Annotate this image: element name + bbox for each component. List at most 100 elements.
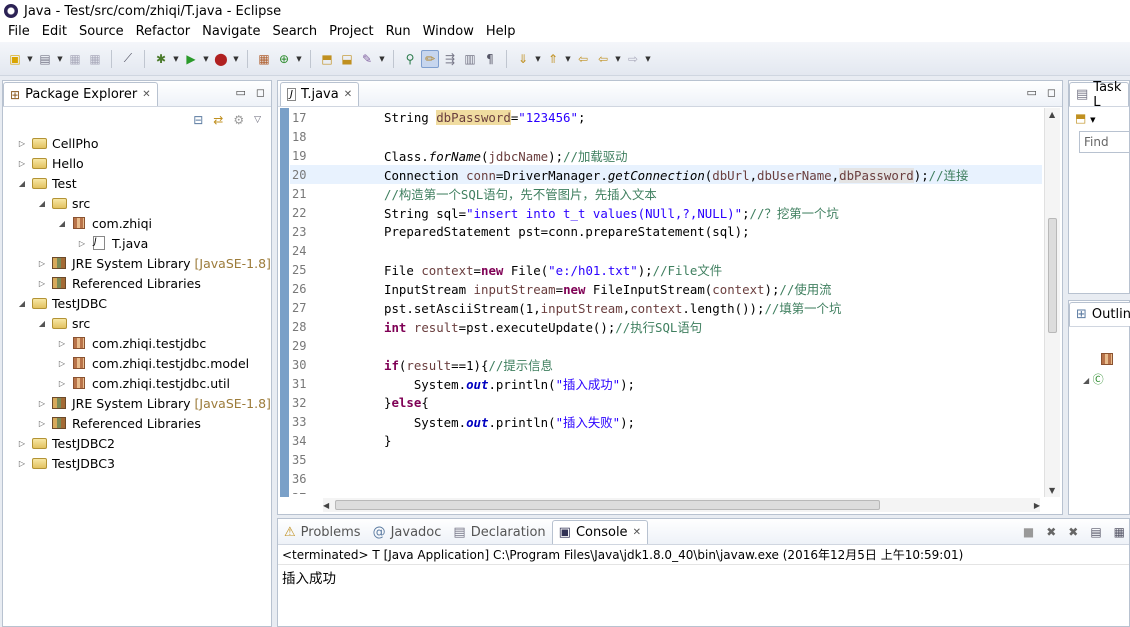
run-icon[interactable]: ▶ — [182, 50, 200, 68]
back-dropdown-icon[interactable]: ▼ — [614, 55, 622, 63]
expand-icon[interactable]: ▷ — [37, 399, 47, 408]
new-dropdown-icon[interactable]: ▼ — [26, 55, 34, 63]
new-icon[interactable]: ▣ — [6, 50, 24, 68]
expand-icon[interactable]: ▷ — [57, 339, 67, 348]
word-wrap-icon[interactable]: ▥ — [461, 50, 479, 68]
tab-t-java[interactable]: J T.java ✕ — [280, 82, 360, 106]
code-line[interactable]: 21 //构造第一个SQL语句，先不管图片，先插入文本 — [290, 184, 1042, 203]
tree-item[interactable]: ▷ TestJDBC2 — [7, 433, 271, 453]
tree-item[interactable]: ▷ Referenced Libraries — [7, 413, 271, 433]
open-folder-icon[interactable]: ⬓ — [338, 50, 356, 68]
skip-breakpoints-icon[interactable]: ⟋ — [119, 50, 137, 68]
expand-icon[interactable]: ▷ — [17, 139, 27, 148]
expand-icon[interactable]: ▷ — [37, 279, 47, 288]
tab-task-list[interactable]: ▤ Task L — [1069, 80, 1129, 110]
new-class-icon[interactable]: ⊕ — [275, 50, 293, 68]
expand-icon[interactable]: ▷ — [57, 359, 67, 368]
expand-icon[interactable]: ◢ — [1083, 376, 1089, 385]
tree-item[interactable]: ▷ J T.java — [7, 233, 271, 253]
menu-help[interactable]: Help — [480, 22, 522, 42]
filter-icon[interactable]: ⚙ — [233, 113, 244, 127]
scroll-down-icon[interactable]: ▼ — [1049, 486, 1055, 495]
code-line[interactable]: 20 Connection conn=DriverManager.getConne… — [290, 165, 1042, 184]
tree-item[interactable]: ▷ Hello — [7, 153, 271, 173]
menu-edit[interactable]: Edit — [36, 22, 73, 42]
vertical-scrollbar[interactable]: ▲ ▼ — [1044, 108, 1060, 497]
tab-declaration[interactable]: ▤ Declaration — [447, 520, 551, 544]
vertical-scroll-thumb[interactable] — [1048, 218, 1057, 333]
code-line[interactable]: 30 if(result==1){//提示信息 — [290, 355, 1042, 374]
tab-problems[interactable]: ⚠ Problems — [278, 520, 367, 544]
collapse-icon[interactable]: ◢ — [17, 179, 27, 188]
new-package-icon[interactable]: ▦ — [255, 50, 273, 68]
menu-window[interactable]: Window — [417, 22, 480, 42]
search-icon[interactable]: ⚲ — [401, 50, 419, 68]
minimize-icon[interactable]: ▭ — [235, 86, 245, 99]
code-line[interactable]: 25 File context=new File("e:/h01.txt");//… — [290, 260, 1042, 279]
minimize-icon[interactable]: ▭ — [1026, 86, 1036, 99]
code-line[interactable]: 33 System.out.println("插入失败"); — [290, 412, 1042, 431]
collapse-icon[interactable]: ◢ — [17, 299, 27, 308]
open-task-dropdown-icon[interactable]: ▼ — [378, 55, 386, 63]
tree-item[interactable]: ▷ CellPho — [7, 133, 271, 153]
new-task-icon[interactable]: ⬒ — [1075, 111, 1086, 125]
tab-console[interactable]: ▣ Console ✕ — [551, 520, 648, 544]
code-line[interactable]: 17 String dbPassword="123456"; — [290, 108, 1042, 127]
remove-all-launches-icon[interactable]: ✖ — [1068, 525, 1078, 539]
tree-item[interactable]: ◢ TestJDBC — [7, 293, 271, 313]
tree-item[interactable]: ▷ com.zhiqi.testjdbc.util — [7, 373, 271, 393]
tree-item[interactable]: ▷ Referenced Libraries — [7, 273, 271, 293]
console-output[interactable]: 插入成功 — [278, 565, 1129, 587]
external-tools-icon[interactable]: ⬤ — [212, 50, 230, 68]
forward-icon[interactable]: ⇨ — [624, 50, 642, 68]
outline-class-row[interactable]: ◢ Ⓒ — [1083, 371, 1104, 387]
tree-item[interactable]: ◢ src — [7, 193, 271, 213]
expand-icon[interactable]: ▷ — [77, 239, 87, 248]
close-icon[interactable]: ✕ — [142, 89, 150, 100]
collapse-all-icon[interactable]: ⊟ — [193, 113, 203, 127]
code-line[interactable]: 29 — [290, 336, 1042, 355]
expand-icon[interactable]: ▷ — [37, 259, 47, 268]
expand-icon[interactable]: ▷ — [17, 159, 27, 168]
scroll-right-icon[interactable]: ▶ — [1034, 501, 1040, 510]
tab-outline[interactable]: ⊞ Outlin — [1069, 302, 1130, 326]
maximize-icon[interactable]: ◻ — [256, 86, 265, 99]
horizontal-scroll-thumb[interactable] — [335, 500, 880, 510]
menu-run[interactable]: Run — [380, 22, 417, 42]
code-line[interactable]: 19 Class.forName(jdbcName);//加载驱动 — [290, 146, 1042, 165]
close-icon[interactable]: ✕ — [633, 527, 641, 538]
close-icon[interactable]: ✕ — [344, 89, 352, 100]
expand-icon[interactable]: ▷ — [17, 459, 27, 468]
code-line[interactable]: 34} — [290, 431, 1042, 450]
scroll-lock-icon[interactable]: ▦ — [1114, 525, 1125, 539]
expand-icon[interactable]: ▷ — [17, 439, 27, 448]
external-tools-dropdown-icon[interactable]: ▼ — [232, 55, 240, 63]
collapse-icon[interactable]: ◢ — [57, 219, 67, 228]
show-whitespace-icon[interactable]: ¶ — [481, 50, 499, 68]
run-dropdown-icon[interactable]: ▼ — [202, 55, 210, 63]
tree-item[interactable]: ◢ com.zhiqi — [7, 213, 271, 233]
code-line[interactable]: 24 — [290, 241, 1042, 260]
expand-icon[interactable]: ▷ — [37, 419, 47, 428]
menu-file[interactable]: File — [2, 22, 36, 42]
forward-dropdown-icon[interactable]: ▼ — [644, 55, 652, 63]
previous-annotation-icon[interactable]: ⇑ — [544, 50, 562, 68]
scroll-left-icon[interactable]: ◀ — [323, 501, 329, 510]
menu-project[interactable]: Project — [323, 22, 379, 42]
new-class-dropdown-icon[interactable]: ▼ — [295, 55, 303, 63]
code-line[interactable]: 26 InputStream inputStream=new FileInputS… — [290, 279, 1042, 298]
maximize-icon[interactable]: ◻ — [1047, 86, 1056, 99]
next-annotation-dropdown-icon[interactable]: ▼ — [534, 55, 542, 63]
tab-javadoc[interactable]: @ Javadoc — [367, 520, 448, 544]
code-line[interactable]: 37 — [290, 488, 1042, 495]
debug-dropdown-icon[interactable]: ▼ — [172, 55, 180, 63]
tree-item[interactable]: ▷ com.zhiqi.testjdbc — [7, 333, 271, 353]
new-java-project-icon[interactable]: ▤ — [36, 50, 54, 68]
next-annotation-icon[interactable]: ⇓ — [514, 50, 532, 68]
horizontal-scrollbar[interactable]: ◀ ▶ — [323, 498, 1040, 512]
back-icon[interactable]: ⇦ — [594, 50, 612, 68]
clear-console-icon[interactable]: ▤ — [1090, 525, 1101, 539]
debug-icon[interactable]: ✱ — [152, 50, 170, 68]
open-task-icon[interactable]: ✎ — [358, 50, 376, 68]
menu-refactor[interactable]: Refactor — [130, 22, 197, 42]
